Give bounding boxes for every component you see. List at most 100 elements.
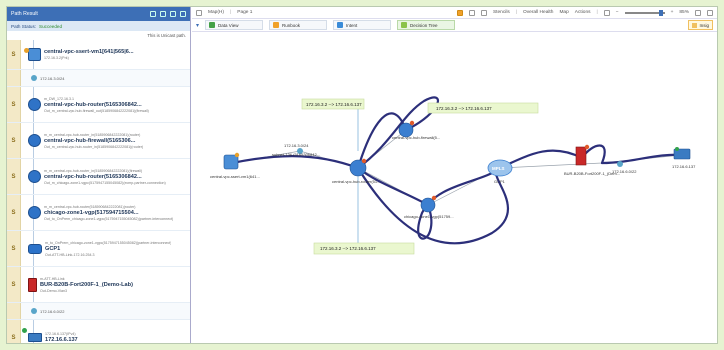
hop-device-name[interactable]: central-vpc-hub-router(5165306842... [44,102,149,108]
export-icon[interactable] [160,11,166,17]
hop-in-interface: m-ATT-HB-Link [40,276,65,281]
link-subnet[interactable]: 172.16.6.0/22 [40,309,64,314]
tab-label: Runbook [282,22,301,28]
hop-row[interactable]: S m_m_central-vpc-hub-router_in(51859068… [7,159,190,195]
note-box[interactable]: 172.16.3.2 --> 172.16.6.137 [427,102,539,114]
close-icon[interactable] [180,11,186,17]
intent-icon [337,22,344,28]
map-icon[interactable] [196,9,202,16]
maximize-icon[interactable] [170,11,176,17]
zoom-out-icon[interactable]: − [616,10,619,15]
hop-row[interactable]: S m_DW_172.16.3.1 central-vpc-hub-router… [7,87,190,123]
hop-in-interface: m_to_OnPrem_chicago-zone1-vgpc(517594715… [45,240,172,245]
node-fortigate[interactable]: BUR-B20B-Fort200F-1_(Dem... [564,144,620,176]
gcp-icon [28,243,42,254]
tab-decision-tree[interactable]: Decision Tree [397,20,456,30]
tab-intent[interactable]: Intent [333,20,392,30]
note-text: 172.16.3.2 --> 172.16.6.137 [436,106,492,111]
router-icon [28,170,41,183]
expand-icon[interactable]: ▾ [196,22,199,29]
zoom-slider[interactable] [624,9,665,16]
vpc-icon [28,48,41,61]
actions-menu[interactable]: Actions [575,10,591,15]
hop-out-interface: Out_m_central-vpc-hub-firewall_out(51859… [44,108,149,113]
edit-icon[interactable] [480,9,487,16]
node-host[interactable]: 172.16.6.137 [672,147,696,169]
path-segment [498,149,584,170]
node-label: BUR-B20B-Fort200F-1_(Dem... [564,171,620,176]
panel-header: Path Result [7,7,190,21]
separator: | [515,10,518,15]
router-icon [28,206,41,219]
node-vpc-vm[interactable]: central-vpc-ssert-vm1(641... [210,152,260,179]
status-ok-icon [22,328,27,333]
hop-row[interactable]: S m_to_OnPrem_chicago-zone1-vgpc(5175947… [7,231,190,267]
hop-row[interactable]: S m-ATT-HB-Link BUR-B20B-Fort200F-1_(Dem… [7,267,190,303]
note-box[interactable]: 172.16.3.2 --> 172.16.6.137 [313,242,415,255]
hop-row[interactable]: S central-vpc-ssert-vm1[641|565|6... 172… [7,40,190,70]
panel-title: Path Result [11,11,38,17]
hop-device-name[interactable]: chicago-zone1-vgp(517594715504... [44,210,173,216]
alert-badge-icon [584,144,590,150]
tab-bar: ▾ Data View Runbook Intent Decision Tree… [192,19,717,32]
hop-link-row[interactable]: 172.16.6.0/22 [7,303,190,320]
zoom-in-icon[interactable]: + [671,10,674,15]
share-icon[interactable] [707,9,713,16]
copy-icon[interactable] [468,9,475,16]
hop-index: S [7,320,21,343]
insight-button[interactable]: Insig [688,20,713,30]
overall-health-menu[interactable]: Overall Health [523,10,553,15]
note-text: 172.16.3.2 --> 172.16.6.137 [320,246,376,251]
path-segment [600,153,684,165]
insight-icon [692,22,698,28]
hop-index: S [7,195,21,230]
tab-data-view[interactable]: Data View [205,20,264,30]
node-label: chicago-zone1-vgp(51759... [404,214,454,219]
hop-link-row[interactable]: 172.16.3.0/24 [7,70,190,87]
firewall-icon [575,146,587,166]
tab-runbook[interactable]: Runbook [269,20,328,30]
hop-index: S [7,40,21,69]
router-icon [28,134,41,147]
topology-canvas[interactable]: 172.16.3.0/24 subnet-136 (5165306842... … [192,33,717,343]
hop-device-name[interactable]: central-vpc-ssert-vm1[641|565|6... [44,49,134,55]
subnet-link-icon[interactable] [617,161,623,167]
node-label: GCP1 [494,179,506,184]
topology-map[interactable]: 172.16.3.0/24 subnet-136 (5165306842... … [192,33,718,344]
node-label: central-vpc-hub-firewall(5... [392,135,440,140]
save-icon[interactable] [695,9,701,16]
hop-row[interactable]: S m_m_central-vpc-hub-router(51859068422… [7,195,190,231]
separator: | [596,10,598,15]
hop-index: S [7,159,21,194]
hop-device-name[interactable]: BUR-B20B-Fort200F-1_(Demo-Lab) [40,282,133,288]
node-gcp1[interactable]: MPLS GCP1 [487,159,513,184]
hop-device-name[interactable]: GCP1 [45,246,171,252]
hop-row[interactable]: S 172.16.6.137(IPv4) 172.16.6.137 [7,320,190,343]
map-menu[interactable]: Map [559,10,568,15]
hop-device-name[interactable]: 172.16.6.137 [45,337,78,343]
status-ok-icon [675,147,679,151]
hop-index: S [7,267,21,302]
link-subnet[interactable]: 172.16.3.0/24 [40,76,64,81]
map-name[interactable]: Map(H) [208,10,224,15]
separator: | [230,10,232,15]
note-text: 172.16.3.2 --> 172.16.6.137 [306,102,362,107]
hop-device-name[interactable]: central-vpc-hub-router(5165306842... [44,174,166,180]
pin-icon[interactable] [150,11,156,17]
note-box[interactable]: 172.16.3.2 --> 172.16.6.137 [301,98,365,110]
hop-index [7,303,21,319]
fit-icon[interactable] [603,9,610,16]
node-chicago[interactable]: chicago-zone1-vgp(51759... [404,195,454,219]
hop-device-name[interactable]: central-vpc-hub-firewall(5165306... [44,138,143,144]
physical-links [231,105,683,248]
hop-in-interface: m_m_central-vpc-hub-router(5185906842222… [44,204,136,209]
page-selector[interactable]: Page 1 [237,10,252,15]
hop-in-interface: m_DW_172.16.3.1 [44,96,74,101]
hop-list: S central-vpc-ssert-vm1[641|565|6... 172… [7,40,190,343]
hop-row[interactable]: S m_m_central-vpc-hub-router_in(51859068… [7,123,190,159]
stencils-menu[interactable]: Stencils [493,10,510,15]
layout-icon[interactable] [456,9,463,16]
runbook-icon [273,22,280,28]
hop-index: S [7,123,21,158]
firewall-icon [28,277,37,292]
